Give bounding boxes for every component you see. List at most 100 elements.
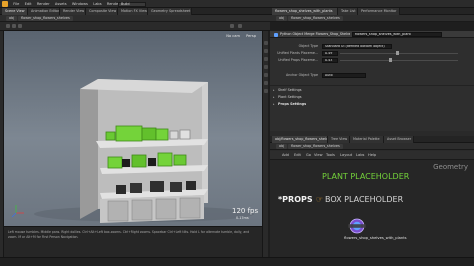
menu-labs[interactable]: Labs	[91, 0, 103, 8]
network-menu-help[interactable]: Help	[368, 151, 376, 160]
viewport-display-icon[interactable]	[238, 24, 242, 28]
houdini-logo-icon[interactable]	[2, 1, 8, 7]
bottom-bar	[0, 257, 474, 266]
node-name-field[interactable]: flowers_shop_shelves_with_plant	[352, 32, 442, 37]
network-menu-go[interactable]: Go	[306, 151, 311, 160]
scene-path-bar: obj flower_shop_flowers_shelves	[0, 15, 270, 22]
tab-performance-monitor[interactable]: Performance Monitor	[358, 8, 400, 15]
tab-animation-editor[interactable]: Animation Editor	[28, 8, 60, 15]
geometry-node-icon[interactable]	[346, 217, 368, 235]
network-path-crumb-obj[interactable]: obj	[276, 144, 288, 149]
plants-placement-field[interactable]: 0.49	[322, 50, 338, 56]
viewport-tool-icon[interactable]	[18, 24, 22, 28]
folder-props-settings[interactable]: ▸ Props Settings	[270, 101, 474, 107]
path-crumb-node[interactable]: flower_shop_flowers_shelves	[18, 16, 73, 21]
anchor-type-label: Anchor Object Type	[285, 73, 318, 77]
network-menu-edit[interactable]: Edit	[294, 151, 301, 160]
prop-dark-box	[148, 158, 156, 166]
folder-plant-settings[interactable]: ▸ Plant Settings	[270, 94, 474, 100]
props-placement-field[interactable]: 0.43	[322, 57, 338, 63]
menu-assets[interactable]: Assets	[53, 0, 69, 8]
param-path-crumb-node[interactable]: flower_shop_flowers_shelves	[288, 16, 343, 21]
slider-handle[interactable]	[389, 58, 393, 62]
cabinet-door	[179, 197, 201, 219]
prop-box	[169, 130, 179, 140]
plant-box	[107, 156, 123, 169]
tab-render-view[interactable]: Render View	[60, 8, 86, 15]
scene-viewport[interactable]: Persp No cam 120 fps 0.17ms	[4, 31, 262, 226]
display-option-icon[interactable]	[264, 41, 268, 45]
prop-dark-box	[150, 181, 164, 192]
main-menubar: File Edit Render Assets Windows Labs Ren…	[0, 0, 474, 8]
network-canvas[interactable]: Geometry PLANT PLACEHOLDER *PROPS ☞ BOX …	[270, 160, 474, 257]
scene-tabs: Scene View Animation Editor Render View …	[0, 8, 270, 15]
folder-expand-icon: ▸	[273, 88, 275, 92]
object-type-label: Object Type	[298, 44, 318, 48]
param-object-type: Object Type Standard UI (defined bottom …	[270, 43, 474, 49]
network-menu-view[interactable]: View	[314, 151, 323, 160]
plant-box	[105, 131, 116, 141]
node-label: flowers_shop_shelves_with_plants	[344, 236, 407, 240]
cabinet-side	[80, 79, 98, 219]
viewport-tool-icon[interactable]	[12, 24, 16, 28]
parameter-pane: Python Object Merge Flowers_Shop_Shelves…	[270, 31, 474, 131]
anchor-type-select[interactable]: Auto	[322, 72, 366, 78]
viewport-status-bar: Left mouse tumbles. Middle pans. Right d…	[4, 226, 262, 257]
prop-dark-box	[122, 159, 130, 167]
menu-windows[interactable]: Windows	[70, 0, 90, 8]
network-menu-add[interactable]: Add	[282, 151, 289, 160]
display-option-icon[interactable]	[264, 89, 268, 93]
tab-motion-fx-view[interactable]: Motion FX View	[118, 8, 148, 15]
folder-shelf-settings[interactable]: ▸ Shelf Settings	[270, 87, 474, 93]
props-placement-label: Unified Props Placeme...	[278, 58, 318, 62]
node-type-icon	[274, 32, 278, 37]
tab-take-list[interactable]: Take List	[338, 8, 358, 15]
menu-render[interactable]: Render	[35, 0, 52, 8]
param-path-crumb-obj[interactable]: obj	[276, 16, 288, 21]
network-path-bar: obj flower_shop_flowers_shelves	[270, 143, 474, 150]
prop-dark-box	[116, 185, 126, 194]
display-option-icon[interactable]	[264, 73, 268, 77]
plants-placement-slider[interactable]	[340, 51, 458, 55]
tab-network-view[interactable]: obj/flowers_shop_flowers_shelve	[272, 136, 328, 143]
display-options-strip	[262, 31, 268, 257]
plant-box	[157, 152, 173, 167]
cabinet-door	[131, 199, 153, 221]
tab-material-palette[interactable]: Material Palette	[350, 136, 384, 143]
folder-label: Plant Settings	[278, 95, 302, 99]
viewport-display-icon[interactable]	[230, 24, 234, 28]
viewport-tool-icon[interactable]	[6, 24, 10, 28]
network-menu-labs[interactable]: Labs	[356, 151, 364, 160]
tab-geometry-spreadsheet[interactable]: Geometry Spreadsheet	[148, 8, 192, 15]
slider-handle[interactable]	[396, 51, 400, 55]
display-option-icon[interactable]	[264, 81, 268, 85]
prop-dark-box	[130, 183, 142, 193]
display-option-icon[interactable]	[264, 49, 268, 53]
display-option-icon[interactable]	[264, 65, 268, 69]
tab-params[interactable]: flowers_shop_shelves_with_plants	[272, 8, 338, 15]
axis-gizmo-icon	[11, 205, 24, 218]
cabinet-door	[155, 198, 177, 220]
plant-box	[131, 154, 147, 168]
plant-box	[115, 125, 143, 142]
box-placeholder-sticky[interactable]: BOX PLACEHOLDER	[325, 195, 403, 204]
desktop-select[interactable]: Build	[118, 1, 146, 7]
tab-scene-view[interactable]: Scene View	[2, 8, 28, 15]
network-path-crumb-node[interactable]: flower_shop_flowers_shelves	[288, 144, 343, 149]
prop-dark-box	[186, 181, 196, 190]
fps-readout: 120 fps	[232, 207, 259, 215]
tab-asset-browser[interactable]: Asset Browser	[384, 136, 414, 143]
tab-composite-view[interactable]: Composite View	[86, 8, 118, 15]
param-path-bar: obj flower_shop_flowers_shelves	[270, 15, 474, 22]
object-type-select[interactable]: Standard UI (defined bottom object)	[322, 43, 392, 49]
prop-box	[179, 129, 191, 140]
network-menu-layout[interactable]: Layout	[340, 151, 352, 160]
menu-file[interactable]: File	[11, 0, 21, 8]
tab-tree-view[interactable]: Tree View	[328, 136, 350, 143]
network-menu-tools[interactable]: Tools	[326, 151, 335, 160]
path-crumb-obj[interactable]: obj	[6, 16, 18, 21]
menu-edit[interactable]: Edit	[23, 0, 34, 8]
props-placement-slider[interactable]	[340, 58, 458, 62]
display-option-icon[interactable]	[264, 57, 268, 61]
plant-placeholder-sticky[interactable]: PLANT PLACEHOLDER	[322, 172, 409, 181]
